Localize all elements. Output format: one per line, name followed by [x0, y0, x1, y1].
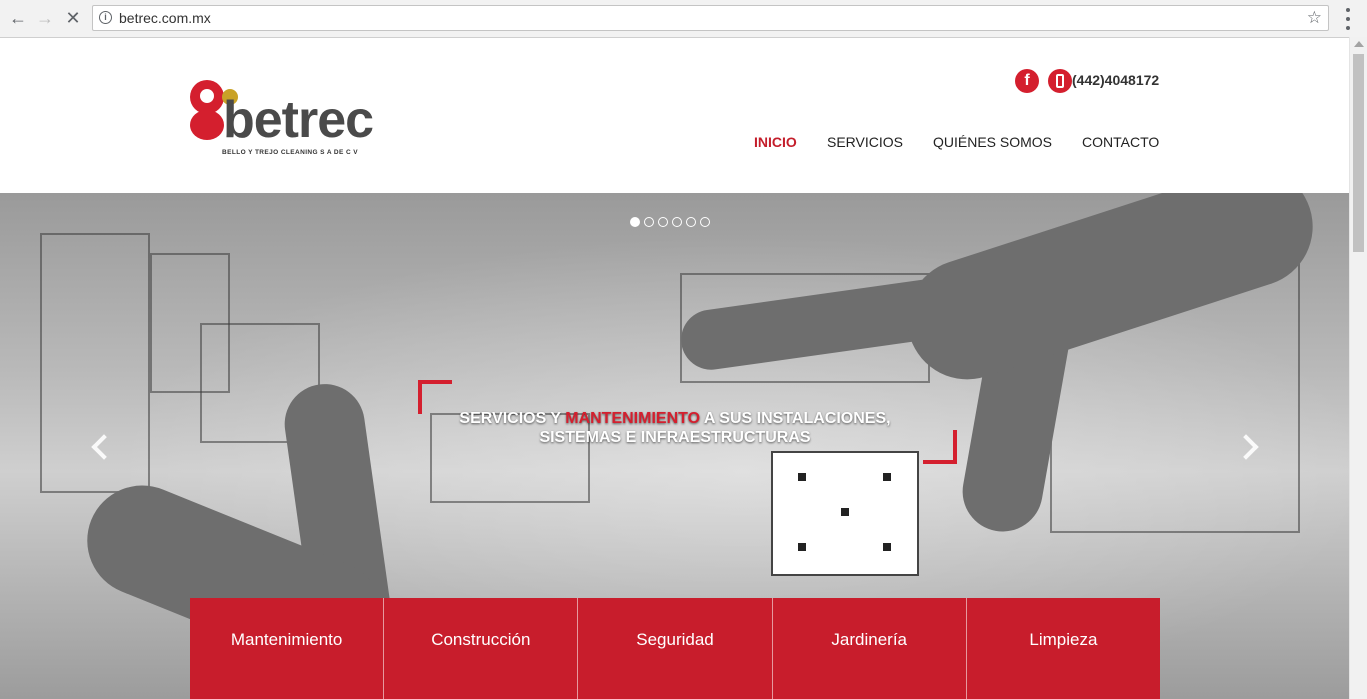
nav-item-inicio[interactable]: INICIO: [754, 134, 797, 150]
tagline-text: A SUS INSTALACIONES,: [700, 410, 891, 427]
page: betrec BELLO Y TREJO CLEANING S A DE C V…: [0, 38, 1349, 699]
hero-tagline: SERVICIOS Y MANTENIMIENTO A SUS INSTALAC…: [430, 409, 920, 447]
address-bar[interactable]: i betrec.com.mx ☆: [92, 5, 1329, 31]
backsplash-sketch: [771, 451, 919, 576]
frame-corner-bottom-right: [923, 430, 957, 464]
nav-item-servicios[interactable]: SERVICIOS: [827, 134, 903, 150]
slider-dot[interactable]: [658, 217, 668, 227]
phone-number[interactable]: (442)4048172: [1072, 72, 1159, 88]
url-text[interactable]: betrec.com.mx: [119, 10, 211, 26]
star-icon[interactable]: ☆: [1307, 8, 1322, 28]
facebook-icon[interactable]: f: [1015, 69, 1039, 93]
tagline-highlight: MANTENIMIENTO: [565, 410, 701, 427]
nav-item-contacto[interactable]: CONTACTO: [1082, 134, 1159, 150]
phone-icon[interactable]: [1048, 69, 1072, 93]
contact-icons: f: [1015, 68, 1072, 94]
service-construccion[interactable]: Construcción: [384, 598, 579, 699]
tagline-line2: SISTEMAS E INFRAESTRUCTURAS: [539, 429, 811, 446]
hero-slider: SERVICIOS Y MANTENIMIENTO A SUS INSTALAC…: [0, 193, 1349, 699]
slider-dot[interactable]: [630, 217, 640, 227]
main-nav: INICIO SERVICIOS QUIÉNES SOMOS CONTACTO: [0, 134, 1349, 154]
info-icon[interactable]: i: [99, 11, 112, 24]
services-bar: Mantenimiento Construcción Seguridad Jar…: [190, 598, 1160, 699]
slider-dot[interactable]: [672, 217, 682, 227]
tagline-text: SERVICIOS Y: [459, 410, 566, 427]
forward-arrow-icon[interactable]: →: [33, 6, 57, 30]
slider-dot[interactable]: [686, 217, 696, 227]
page-scrollbar[interactable]: [1349, 37, 1367, 699]
nav-item-quienes-somos[interactable]: QUIÉNES SOMOS: [933, 134, 1052, 150]
back-arrow-icon[interactable]: ←: [6, 6, 30, 30]
service-mantenimiento[interactable]: Mantenimiento: [190, 598, 385, 699]
menu-dots-icon[interactable]: [1340, 8, 1356, 30]
service-limpieza[interactable]: Limpieza: [967, 598, 1160, 699]
site-header: betrec BELLO Y TREJO CLEANING S A DE C V…: [0, 38, 1349, 193]
stop-icon[interactable]: ✕: [61, 6, 85, 30]
slider-dot[interactable]: [644, 217, 654, 227]
browser-toolbar: ← → ✕ i betrec.com.mx ☆: [0, 0, 1367, 38]
scrollbar-thumb[interactable]: [1353, 54, 1364, 252]
cabinet-sketch: [40, 233, 150, 493]
service-seguridad[interactable]: Seguridad: [578, 598, 773, 699]
service-jardineria[interactable]: Jardinería: [773, 598, 967, 699]
slider-dots: [630, 217, 710, 227]
scroll-up-icon[interactable]: [1354, 41, 1364, 47]
slider-dot[interactable]: [700, 217, 710, 227]
